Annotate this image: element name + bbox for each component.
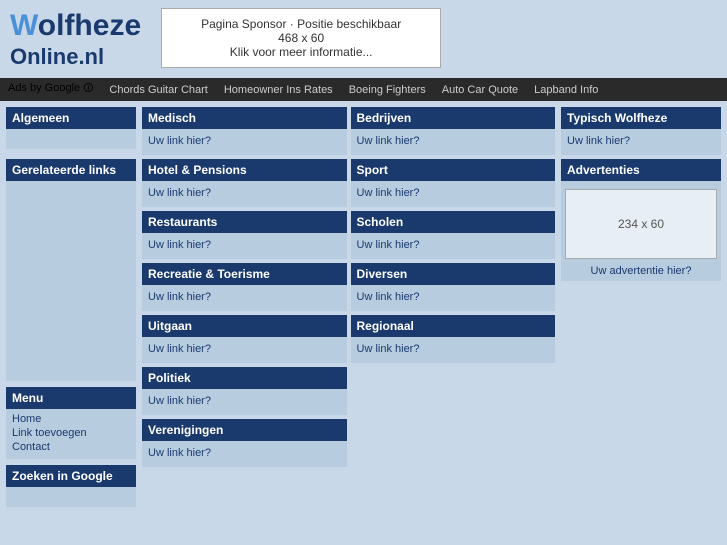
menu-home[interactable]: Home xyxy=(12,413,130,425)
scholen-body: Uw link hier? xyxy=(351,233,556,259)
menu-block: Menu Home Link toevoegen Contact xyxy=(6,387,136,459)
regionaal-link[interactable]: Uw link hier? xyxy=(357,343,420,355)
gerelateerde-body xyxy=(6,181,136,381)
category-uitgaan: Uitgaan Uw link hier? xyxy=(142,315,347,363)
verenigingen-body: Uw link hier? xyxy=(142,441,347,467)
diversen-link[interactable]: Uw link hier? xyxy=(357,291,420,303)
recreatie-body: Uw link hier? xyxy=(142,285,347,311)
ad-box[interactable]: 234 x 60 xyxy=(565,189,717,259)
category-recreatie: Recreatie & Toerisme Uw link hier? xyxy=(142,263,347,311)
diversen-body: Uw link hier? xyxy=(351,285,556,311)
ads-link-5[interactable]: Lapband Info xyxy=(534,84,598,96)
category-sport: Sport Uw link hier? xyxy=(351,159,556,207)
uitgaan-header: Uitgaan xyxy=(142,315,347,337)
menu-link-toevoegen[interactable]: Link toevoegen xyxy=(12,427,130,439)
category-politiek: Politiek Uw link hier? xyxy=(142,367,347,415)
category-regionaal: Regionaal Uw link hier? xyxy=(351,315,556,363)
ads-link-4[interactable]: Auto Car Quote xyxy=(442,84,518,96)
advertenties-header: Advertenties xyxy=(561,159,721,181)
scholen-link[interactable]: Uw link hier? xyxy=(357,239,420,251)
algemeen-body xyxy=(6,129,136,149)
menu-contact[interactable]: Contact xyxy=(12,441,130,453)
ads-by-google: Ads by Google 🛈 xyxy=(8,81,93,98)
menu-header: Menu xyxy=(6,387,136,409)
main: Algemeen Gerelateerde links Menu Home Li… xyxy=(0,101,727,513)
zoeken-header: Zoeken in Google xyxy=(6,465,136,487)
sport-header: Sport xyxy=(351,159,556,181)
verenigingen-spacer xyxy=(351,419,556,467)
medisch-body: Uw link hier? xyxy=(142,129,347,155)
bedrijven-link[interactable]: Uw link hier? xyxy=(357,135,420,147)
sponsor-line1: Pagina Sponsor · Positie beschikbaar xyxy=(182,17,420,31)
hotel-header: Hotel & Pensions xyxy=(142,159,347,181)
left-sidebar: Algemeen Gerelateerde links Menu Home Li… xyxy=(6,107,136,507)
uitgaan-link[interactable]: Uw link hier? xyxy=(148,343,211,355)
hotel-link[interactable]: Uw link hier? xyxy=(148,187,211,199)
recreatie-header: Recreatie & Toerisme xyxy=(142,263,347,285)
logo-w: Wolfheze xyxy=(10,8,141,44)
sponsor-box[interactable]: Pagina Sponsor · Positie beschikbaar 468… xyxy=(161,8,441,68)
scholen-header: Scholen xyxy=(351,211,556,233)
category-hotel: Hotel & Pensions Uw link hier? xyxy=(142,159,347,207)
sport-body: Uw link hier? xyxy=(351,181,556,207)
typisch-block: Typisch Wolfheze Uw link hier? xyxy=(561,107,721,155)
politiek-body: Uw link hier? xyxy=(142,389,347,415)
recreatie-link[interactable]: Uw link hier? xyxy=(148,291,211,303)
category-medisch: Medisch Uw link hier? xyxy=(142,107,347,155)
ads-label: Ads by Google xyxy=(8,82,80,94)
logo-w-first: W xyxy=(10,9,38,42)
logo-online: Online.nl xyxy=(10,44,141,70)
restaurants-header: Restaurants xyxy=(142,211,347,233)
medisch-link[interactable]: Uw link hier? xyxy=(148,135,211,147)
restaurants-body: Uw link hier? xyxy=(142,233,347,259)
bedrijven-header: Bedrijven xyxy=(351,107,556,129)
ad-link[interactable]: Uw advertentie hier? xyxy=(591,265,692,277)
gerelateerde-header: Gerelateerde links xyxy=(6,159,136,181)
menu-body: Home Link toevoegen Contact xyxy=(6,409,136,459)
ads-link-2[interactable]: Homeowner Ins Rates xyxy=(224,84,333,96)
zoeken-body xyxy=(6,487,136,507)
category-verenigingen: Verenigingen Uw link hier? xyxy=(142,419,347,467)
gerelateerde-block: Gerelateerde links xyxy=(6,159,136,381)
politiek-header: Politiek xyxy=(142,367,347,389)
bedrijven-body: Uw link hier? xyxy=(351,129,556,155)
header: Wolfheze Online.nl Pagina Sponsor · Posi… xyxy=(0,0,727,78)
logo-w-rest: olfheze xyxy=(38,9,141,42)
restaurants-link[interactable]: Uw link hier? xyxy=(148,239,211,251)
ads-link-1[interactable]: Chords Guitar Chart xyxy=(109,84,207,96)
regionaal-body: Uw link hier? xyxy=(351,337,556,363)
sport-link[interactable]: Uw link hier? xyxy=(357,187,420,199)
right-sidebar: Typisch Wolfheze Uw link hier? Advertent… xyxy=(561,107,721,507)
typisch-link[interactable]: Uw link hier? xyxy=(567,135,630,147)
algemeen-header: Algemeen xyxy=(6,107,136,129)
typisch-header: Typisch Wolfheze xyxy=(561,107,721,129)
logo: Wolfheze Online.nl xyxy=(10,8,141,70)
verenigingen-link[interactable]: Uw link hier? xyxy=(148,447,211,459)
category-restaurants: Restaurants Uw link hier? xyxy=(142,211,347,259)
ads-icon: 🛈 xyxy=(83,83,93,94)
regionaal-header: Regionaal xyxy=(351,315,556,337)
ads-bar: Ads by Google 🛈 Chords Guitar Chart Home… xyxy=(0,78,727,101)
ads-link-3[interactable]: Boeing Fighters xyxy=(349,84,426,96)
advertenties-block: Advertenties 234 x 60 Uw advertentie hie… xyxy=(561,159,721,281)
category-diversen: Diversen Uw link hier? xyxy=(351,263,556,311)
politiek-link[interactable]: Uw link hier? xyxy=(148,395,211,407)
sponsor-line2: 468 x 60 xyxy=(182,31,420,45)
verenigingen-header: Verenigingen xyxy=(142,419,347,441)
center-content: Medisch Uw link hier? Bedrijven Uw link … xyxy=(142,107,555,507)
typisch-body: Uw link hier? xyxy=(561,129,721,155)
politiek-spacer xyxy=(351,367,556,415)
algemeen-block: Algemeen xyxy=(6,107,136,149)
category-scholen: Scholen Uw link hier? xyxy=(351,211,556,259)
zoeken-block: Zoeken in Google xyxy=(6,465,136,507)
diversen-header: Diversen xyxy=(351,263,556,285)
medisch-header: Medisch xyxy=(142,107,347,129)
uitgaan-body: Uw link hier? xyxy=(142,337,347,363)
hotel-body: Uw link hier? xyxy=(142,181,347,207)
advertenties-body: 234 x 60 Uw advertentie hier? xyxy=(561,181,721,281)
sponsor-line3: Klik voor meer informatie... xyxy=(182,45,420,59)
category-bedrijven: Bedrijven Uw link hier? xyxy=(351,107,556,155)
